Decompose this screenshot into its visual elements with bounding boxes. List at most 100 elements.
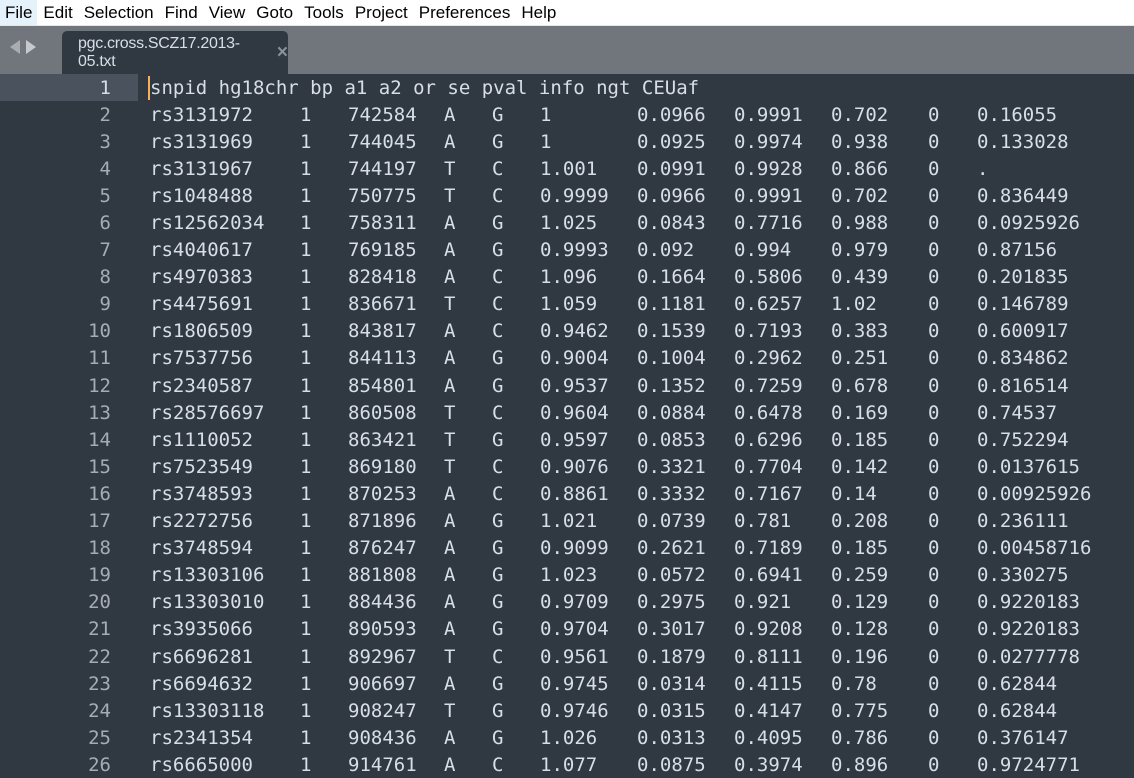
editor-line[interactable]: 13 rs28576697 1 860508 T C 0.9604 0.0884 0.6478 0… [0,399,1134,426]
cell-a1: T [444,293,456,316]
cell-or: 0.9999 [540,184,609,207]
cell-ceuaf: 0.834862 [977,347,1069,370]
menu-edit[interactable]: Edit [37,0,77,25]
cell-a2: C [492,753,504,776]
cell-ceuaf: 0.9220183 [977,591,1080,614]
editor-line[interactable]: 4 rs3131967 1 744197 T C 1.001 0.0991 0.9928 0.86… [0,155,1134,182]
text-editor[interactable]: 1 snpid hg18chr bp a1 a2 or se pval info… [0,74,1134,778]
menu-preferences[interactable]: Preferences [413,0,516,25]
cell-a2: G [492,564,504,587]
line-content: rs1806509 1 843817 A C 0.9462 0.1539 0.7193 0.38… [138,318,1097,345]
editor-line[interactable]: 24 rs13303118 1 908247 T G 0.9746 0.0315 0.4147 0… [0,697,1134,724]
arrow-right-icon[interactable] [26,40,36,54]
tab-file[interactable]: pgc.cross.SCZ17.2013-05.txt × [62,31,288,74]
editor-line[interactable]: 7 rs4040617 1 769185 A G 0.9993 0.092 0.994 0.979… [0,237,1134,264]
editor-line[interactable]: 16 rs3748593 1 870253 A C 0.8861 0.3332 0.7167 0.… [0,480,1134,507]
cell-bp: 750775 [348,184,417,207]
cell-bp: 914761 [348,753,417,776]
cell-info: 0.14 [831,482,877,505]
cell-a1: T [444,157,456,180]
editor-line[interactable]: 10 rs1806509 1 843817 A C 0.9462 0.1539 0.7193 0.… [0,318,1134,345]
editor-line[interactable]: 3 rs3131969 1 744045 A G 1 0.0925 0.9974 0.938 0 0.… [0,128,1134,155]
menu-goto[interactable]: Goto [250,0,298,25]
cell-hg18chr: 1 [300,184,312,207]
cell-se: 0.0925 [637,130,706,153]
menu-selection[interactable]: Selection [78,0,159,25]
menu-file[interactable]: File [0,0,38,25]
line-content: rs13303010 1 884436 A G 0.9709 0.2975 0.921 0.12… [138,589,1097,616]
editor-line[interactable]: 18 rs3748594 1 876247 A G 0.9099 0.2621 0.7189 0.… [0,535,1134,562]
line-content: rs3131967 1 744197 T C 1.001 0.0991 0.9928 0.866… [138,155,1097,182]
cell-snpid: rs3935066 [150,618,253,641]
cell-a1: A [444,266,456,289]
cell-info: 0.185 [831,537,889,560]
cell-info: 0.979 [831,239,889,262]
editor-line[interactable]: 9 rs4475691 1 836671 T C 1.059 0.1181 0.6257 1.02… [0,291,1134,318]
cell-a2: G [492,103,504,126]
editor-line[interactable]: 11 rs7537756 1 844113 A G 0.9004 0.1004 0.2962 0.… [0,345,1134,372]
cell-a1: A [444,130,456,153]
cell-hg18chr: 1 [300,482,312,505]
editor-line[interactable]: 8 rs4970383 1 828418 A C 1.096 0.1664 0.5806 0.43… [0,264,1134,291]
editor-line[interactable]: 26 rs6665000 1 914761 A C 1.077 0.0875 0.3974 0.8… [0,751,1134,778]
line-number: 17 [88,510,111,533]
cell-ngt: 0 [928,428,940,451]
cell-pval: 0.921 [734,591,792,614]
cell-ceuaf: 0.74537 [977,401,1058,424]
cell-info: 0.678 [831,374,889,397]
cell-or: 0.9537 [540,374,609,397]
cell-ngt: 0 [928,157,940,180]
editor-line[interactable]: 15 rs7523549 1 869180 T C 0.9076 0.3321 0.7704 0.… [0,453,1134,480]
cell-info: 0.78 [831,672,877,695]
line-number: 22 [88,645,111,668]
cell-info: 0.169 [831,401,889,424]
cell-ceuaf: 0.00458716 [977,537,1092,560]
cell-or: 1 [540,130,552,153]
menu-tools[interactable]: Tools [298,0,349,25]
editor-line[interactable]: 1 snpid hg18chr bp a1 a2 or se pval info… [0,74,1134,102]
line-number: 5 [99,184,111,207]
editor-line[interactable]: 25 rs2341354 1 908436 A G 1.026 0.0313 0.4095 0.7… [0,724,1134,751]
cell-se: 0.0875 [637,753,706,776]
cell-a1: A [444,320,456,343]
cell-hg18chr: 1 [300,645,312,668]
line-content: rs2340587 1 854801 A G 0.9537 0.1352 0.7259 0.67… [138,372,1097,399]
cell-a2: G [492,239,504,262]
editor-line[interactable]: 2 rs3131972 1 742584 A G 1 0.0966 0.9991 0.702 0 0.… [0,101,1134,128]
line-content: rs2341354 1 908436 A G 1.026 0.0313 0.4095 0.786… [138,724,1097,751]
editor-line[interactable]: 14 rs1110052 1 863421 T G 0.9597 0.0853 0.6296 0.… [0,426,1134,453]
line-content: rs3748593 1 870253 A C 0.8861 0.3332 0.7167 0.14… [138,480,1097,507]
menu-project[interactable]: Project [349,0,413,25]
editor-line[interactable]: 19 rs13303106 1 881808 A G 1.023 0.0572 0.6941 0.… [0,562,1134,589]
line-number: 18 [88,537,111,560]
cell-ceuaf: 0.87156 [977,239,1058,262]
editor-line[interactable]: 6 rs12562034 1 758311 A G 1.025 0.0843 0.7716 0.9… [0,209,1134,236]
arrow-left-icon[interactable] [10,40,20,54]
cell-hg18chr: 1 [300,564,312,587]
cell-a1: A [444,672,456,695]
editor-line[interactable]: 12 rs2340587 1 854801 A G 0.9537 0.1352 0.7259 0.… [0,372,1134,399]
close-icon[interactable]: × [277,42,288,64]
editor-line[interactable]: 20 rs13303010 1 884436 A G 0.9709 0.2975 0.921 0.… [0,589,1134,616]
editor-line[interactable]: 22 rs6696281 1 892967 T C 0.9561 0.1879 0.8111 0.… [0,643,1134,670]
editor-line[interactable]: 23 rs6694632 1 906697 A G 0.9745 0.0314 0.4115 0.… [0,670,1134,697]
editor-line[interactable]: 17 rs2272756 1 871896 A G 1.021 0.0739 0.781 0.20… [0,508,1134,535]
line-number: 8 [99,266,111,289]
cell-or: 0.9704 [540,618,609,641]
cell-pval: 0.6941 [734,564,803,587]
cell-hg18chr: 1 [300,455,312,478]
cell-a1: A [444,347,456,370]
cell-ceuaf: 0.752294 [977,428,1069,451]
cell-ceuaf: 0.0277778 [977,645,1080,668]
editor-line[interactable]: 21 rs3935066 1 890593 A G 0.9704 0.3017 0.9208 0.… [0,616,1134,643]
menu-view[interactable]: View [203,0,251,25]
cell-bp: 884436 [348,591,417,614]
cell-a1: T [444,401,456,424]
cell-a2: G [492,591,504,614]
editor-line[interactable]: 5 rs1048488 1 750775 T C 0.9999 0.0966 0.9991 0.7… [0,182,1134,209]
cell-snpid: rs13303106 [150,564,265,587]
menu-find[interactable]: Find [159,0,203,25]
cell-pval: 0.3974 [734,753,803,776]
cell-ngt: 0 [928,374,940,397]
menu-help[interactable]: Help [515,0,561,25]
